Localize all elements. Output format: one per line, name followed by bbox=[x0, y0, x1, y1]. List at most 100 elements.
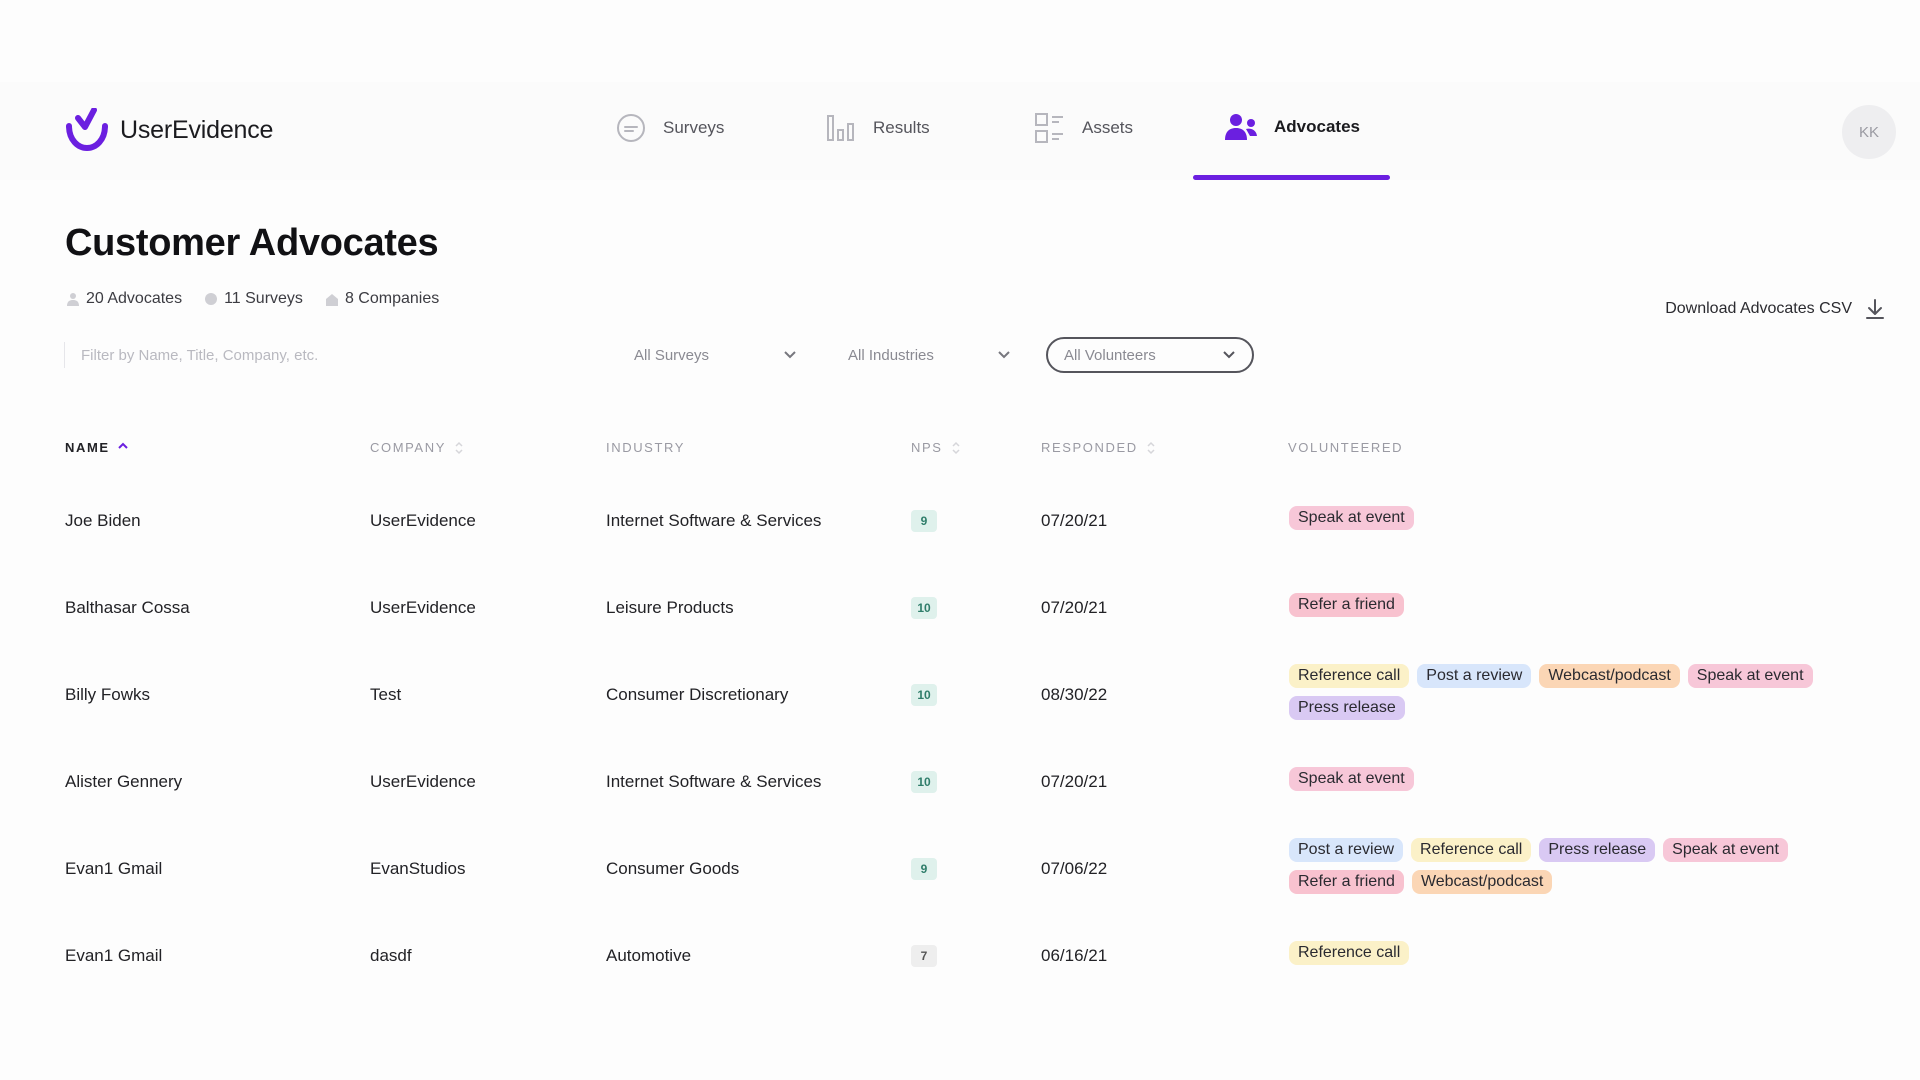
volunteered-tags: Reference call bbox=[1289, 941, 1889, 965]
cell-name[interactable]: Balthasar Cossa bbox=[65, 598, 190, 618]
volunteered-tags: Speak at event bbox=[1289, 767, 1889, 791]
sort-icon bbox=[454, 441, 464, 455]
nav-advocates[interactable]: Advocates bbox=[1224, 112, 1360, 142]
nav-results[interactable]: Results bbox=[825, 112, 930, 144]
nav-surveys[interactable]: Surveys bbox=[615, 112, 724, 144]
table-row[interactable]: Evan1 Gmail EvanStudios Consumer Goods 9… bbox=[0, 828, 1920, 908]
table-row[interactable]: Alister Gennery UserEvidence Internet So… bbox=[0, 741, 1920, 821]
volunteer-tag: Post a review bbox=[1289, 838, 1404, 862]
industries-filter-value: All Industries bbox=[848, 346, 934, 364]
users-icon bbox=[1224, 112, 1258, 142]
table-row[interactable]: Balthasar Cossa UserEvidence Leisure Pro… bbox=[0, 567, 1920, 647]
chevron-down-icon bbox=[783, 347, 797, 364]
volunteer-tag: Refer a friend bbox=[1289, 870, 1404, 894]
column-header-responded[interactable]: RESPONDED bbox=[1041, 440, 1156, 455]
cell-industry: Consumer Discretionary bbox=[606, 685, 789, 704]
nav-assets-label: Assets bbox=[1082, 118, 1134, 137]
cell-responded: 07/20/21 bbox=[1041, 772, 1108, 791]
stat-companies-label: 8 Companies bbox=[344, 290, 440, 307]
survey-icon bbox=[204, 292, 218, 306]
chevron-down-icon bbox=[1222, 347, 1236, 364]
volunteer-tag: Press release bbox=[1539, 838, 1656, 862]
column-header-industry[interactable]: INDUSTRY bbox=[606, 440, 685, 455]
sort-ascending-icon bbox=[117, 442, 128, 454]
nps-badge: 7 bbox=[911, 945, 937, 967]
volunteered-tags: Refer a friend bbox=[1289, 593, 1889, 617]
stat-companies: 8 Companies bbox=[325, 290, 439, 308]
column-header-nps-label: NPS bbox=[911, 440, 943, 455]
download-csv-button[interactable]: Download Advocates CSV bbox=[1665, 298, 1886, 320]
volunteer-tag: Webcast/podcast bbox=[1539, 664, 1680, 688]
cell-company: UserEvidence bbox=[370, 511, 476, 530]
column-header-name[interactable]: NAME bbox=[65, 440, 128, 455]
cell-responded: 07/20/21 bbox=[1041, 598, 1108, 617]
cell-name[interactable]: Evan1 Gmail bbox=[65, 946, 162, 966]
volunteer-tag: Reference call bbox=[1289, 664, 1410, 688]
nav-surveys-label: Surveys bbox=[663, 118, 725, 137]
cell-company: EvanStudios bbox=[370, 859, 466, 878]
page-title: Customer Advocates bbox=[65, 222, 439, 264]
volunteers-filter-value: All Volunteers bbox=[1064, 346, 1156, 364]
volunteer-tag: Post a review bbox=[1417, 664, 1532, 688]
building-icon bbox=[325, 292, 339, 306]
stat-advocates-label: 20 Advocates bbox=[86, 290, 183, 307]
cell-name[interactable]: Billy Fowks bbox=[65, 685, 150, 705]
column-header-responded-label: RESPONDED bbox=[1041, 440, 1138, 455]
cell-responded: 08/30/22 bbox=[1041, 685, 1108, 704]
column-header-company[interactable]: COMPANY bbox=[370, 440, 464, 455]
volunteer-tag: Speak at event bbox=[1663, 838, 1788, 862]
sort-icon bbox=[951, 441, 961, 455]
summary-stats: 20 Advocates 11 Surveys 8 Companies bbox=[66, 290, 461, 308]
volunteered-tags: Post a review Reference call Press relea… bbox=[1289, 838, 1889, 894]
bar-chart-icon bbox=[825, 112, 857, 144]
table-row[interactable]: Evan1 Gmail dasdf Automotive 7 06/16/21 … bbox=[0, 915, 1920, 995]
download-icon bbox=[1864, 298, 1886, 320]
column-header-volunteered-label: VOLUNTEERED bbox=[1288, 440, 1404, 455]
volunteer-tag: Speak at event bbox=[1289, 506, 1414, 530]
nps-badge: 10 bbox=[911, 597, 937, 619]
top-navigation-bar: UserEvidence Surveys Results Assets Advo… bbox=[0, 82, 1920, 180]
volunteer-tag: Refer a friend bbox=[1289, 593, 1404, 617]
cell-company: UserEvidence bbox=[370, 598, 476, 617]
cell-name[interactable]: Alister Gennery bbox=[65, 772, 182, 792]
cell-responded: 07/06/22 bbox=[1041, 859, 1108, 878]
nav-assets[interactable]: Assets bbox=[1034, 112, 1133, 144]
cell-responded: 06/16/21 bbox=[1041, 946, 1108, 965]
nps-badge: 9 bbox=[911, 858, 937, 880]
cell-name[interactable]: Joe Biden bbox=[65, 511, 141, 531]
nps-badge: 10 bbox=[911, 684, 937, 706]
stat-advocates: 20 Advocates bbox=[66, 290, 182, 308]
volunteer-tag: Speak at event bbox=[1289, 767, 1414, 791]
column-header-industry-label: INDUSTRY bbox=[606, 440, 686, 455]
cell-industry: Internet Software & Services bbox=[606, 772, 822, 791]
app-window: UserEvidence Surveys Results Assets Advo… bbox=[0, 0, 1920, 1080]
cell-industry: Automotive bbox=[606, 946, 692, 965]
stat-surveys: 11 Surveys bbox=[204, 290, 303, 308]
search-input[interactable] bbox=[64, 342, 517, 368]
volunteers-filter-select[interactable]: All Volunteers bbox=[1046, 337, 1254, 373]
stat-surveys-label: 11 Surveys bbox=[224, 290, 303, 307]
chat-bubble-icon bbox=[615, 112, 647, 144]
nav-advocates-label: Advocates bbox=[1274, 117, 1360, 136]
column-header-nps[interactable]: NPS bbox=[911, 440, 961, 455]
user-avatar[interactable]: KK bbox=[1842, 105, 1896, 159]
column-header-company-label: COMPANY bbox=[370, 440, 446, 455]
volunteer-tag: Reference call bbox=[1289, 941, 1410, 965]
cell-name[interactable]: Evan1 Gmail bbox=[65, 859, 162, 879]
main-nav: Surveys Results Assets Advocates bbox=[0, 82, 1920, 180]
surveys-filter-select[interactable]: All Surveys bbox=[618, 337, 813, 373]
table-row[interactable]: Joe Biden UserEvidence Internet Software… bbox=[0, 480, 1920, 560]
cell-company: dasdf bbox=[370, 946, 412, 965]
surveys-filter-value: All Surveys bbox=[634, 346, 710, 364]
volunteer-tag: Speak at event bbox=[1687, 664, 1813, 688]
cell-company: Test bbox=[370, 685, 402, 704]
sort-icon bbox=[1146, 441, 1156, 455]
cell-company: UserEvidence bbox=[370, 772, 476, 791]
table-row[interactable]: Billy Fowks Test Consumer Discretionary … bbox=[0, 654, 1920, 734]
column-header-volunteered: VOLUNTEERED bbox=[1288, 440, 1403, 455]
cell-industry: Consumer Goods bbox=[606, 859, 740, 878]
cell-industry: Internet Software & Services bbox=[606, 511, 822, 530]
volunteered-tags: Reference call Post a review Webcast/pod… bbox=[1289, 664, 1889, 720]
industries-filter-select[interactable]: All Industries bbox=[832, 337, 1027, 373]
person-icon bbox=[66, 292, 80, 306]
